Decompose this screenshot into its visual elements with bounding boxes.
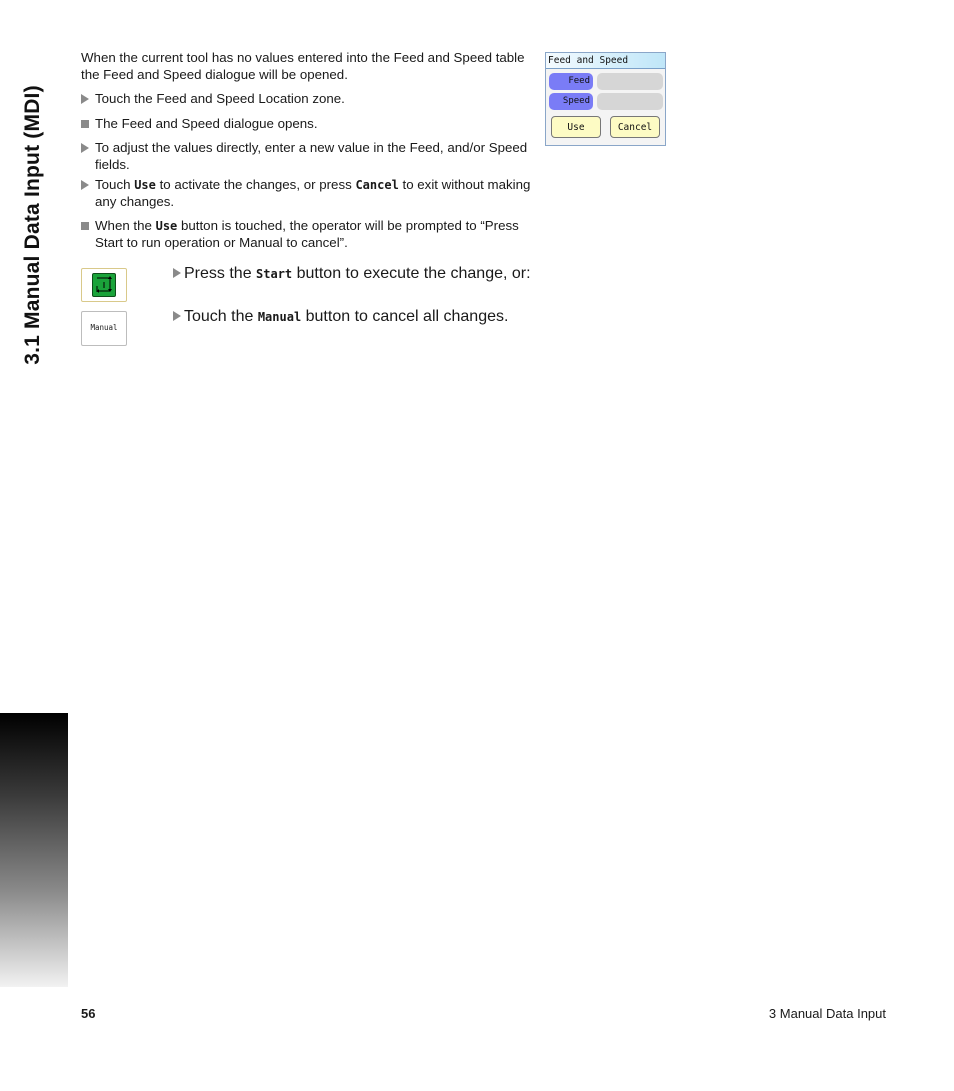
text: Touch the (184, 308, 258, 325)
text: button to execute the change, or: (292, 265, 531, 282)
start-keyword: Start (256, 267, 293, 281)
feed-field[interactable] (597, 73, 663, 90)
cancel-button[interactable]: Cancel (610, 116, 660, 138)
intro-paragraph: When the current tool has no values ente… (81, 50, 525, 82)
result-item: When the Use button is touched, the oper… (81, 218, 531, 251)
page-number: 56 (81, 1006, 96, 1021)
result-square-icon (81, 222, 89, 230)
action-arrow-icon (81, 143, 89, 153)
chapter-side-title-text: 3.1 Manual Data Input (MDI) (21, 84, 44, 365)
text: button to cancel all changes. (301, 308, 509, 325)
manual-instruction: Touch the Manual button to cancel all ch… (173, 308, 508, 326)
dialog-title: Feed and Speed (546, 53, 665, 69)
speed-field[interactable] (597, 93, 663, 110)
use-keyword: Use (155, 219, 178, 233)
manual-button-image: Manual (81, 311, 127, 346)
step-text: Touch the Feed and Speed Location zone. (95, 91, 345, 106)
step-text: To adjust the values directly, enter a n… (95, 140, 528, 172)
chapter-side-title: 3.1 Manual Data Input (MDI) (18, 52, 48, 397)
feed-label[interactable]: Feed (549, 73, 593, 90)
cancel-keyword: Cancel (355, 178, 399, 192)
text: to activate the changes, or press (155, 177, 356, 192)
action-arrow-icon (81, 94, 89, 104)
start-cycle-icon (92, 273, 116, 297)
action-arrow-icon (81, 180, 89, 190)
start-instruction: Press the Start button to execute the ch… (173, 265, 531, 283)
action-arrow-icon (173, 311, 181, 321)
manual-keyword: Manual (257, 310, 302, 324)
result-square-icon (81, 119, 89, 128)
footer-section-title: 3 Manual Data Input (768, 1006, 886, 1021)
text: Touch (95, 177, 135, 192)
use-keyword: Use (134, 178, 156, 192)
use-button[interactable]: Use (551, 116, 601, 138)
text: When the (95, 218, 156, 233)
main-content: When the current tool has no values ente… (81, 50, 531, 259)
step-item: To adjust the values directly, enter a n… (81, 140, 531, 173)
step-item: Touch the Feed and Speed Location zone. (81, 91, 531, 108)
manual-button-label: Manual (90, 323, 118, 332)
speed-label[interactable]: Speed (549, 93, 593, 110)
action-arrow-icon (173, 268, 181, 278)
start-button-image (81, 268, 127, 302)
result-item: The Feed and Speed dialogue opens. (81, 116, 531, 133)
chapter-gradient-tab (0, 713, 68, 987)
step-item: Touch Use to activate the changes, or pr… (81, 177, 531, 210)
text: Press the (184, 265, 257, 282)
result-text: The Feed and Speed dialogue opens. (95, 115, 318, 131)
feed-speed-dialog: Feed and Speed Feed Speed Use Cancel (545, 52, 666, 146)
